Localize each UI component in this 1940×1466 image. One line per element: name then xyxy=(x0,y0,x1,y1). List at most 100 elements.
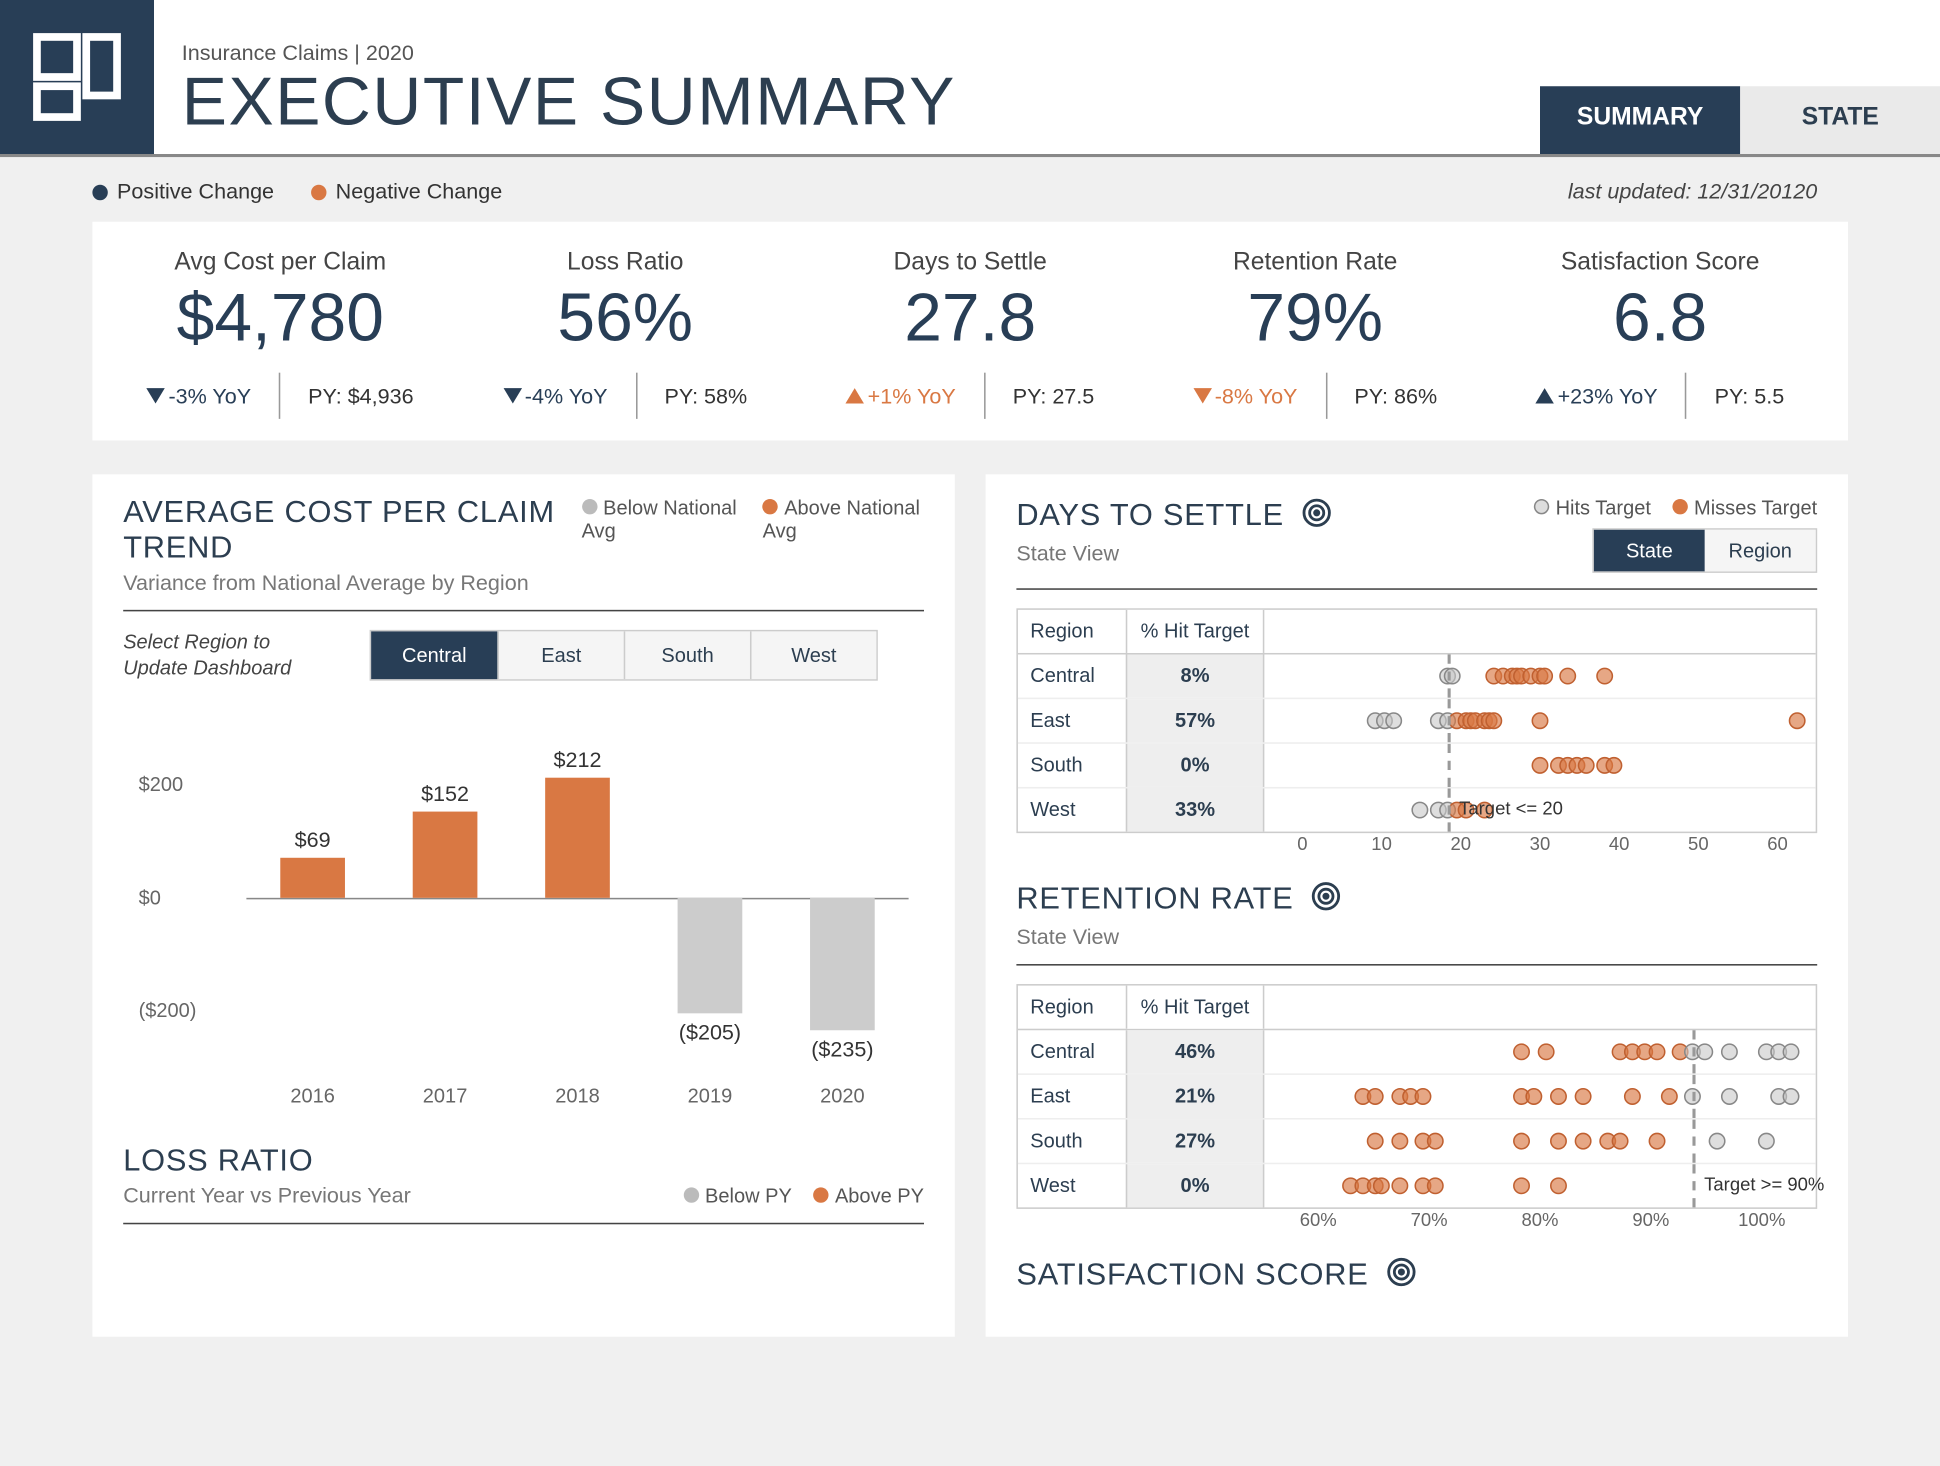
axis-tick: 20 xyxy=(1421,833,1500,855)
row-region: East xyxy=(1018,699,1126,742)
target-icon xyxy=(1309,879,1343,921)
dot-icon xyxy=(1534,499,1549,514)
view-state-button[interactable]: State xyxy=(1594,530,1705,572)
data-point xyxy=(1596,668,1613,685)
data-point xyxy=(1486,712,1503,729)
kpi-value: 6.8 xyxy=(1613,280,1707,357)
bar-label: $212 xyxy=(524,747,632,772)
data-point xyxy=(1412,802,1429,819)
kpi-yoy: -3% YoY xyxy=(147,383,251,408)
row-region: South xyxy=(1018,1120,1126,1163)
row-region: South xyxy=(1018,744,1126,787)
retention-axis: 60%70%80%90%100% xyxy=(1016,1209,1817,1231)
dot-icon xyxy=(683,1187,698,1202)
positive-dot-icon xyxy=(92,185,107,200)
axis-tick: 50 xyxy=(1659,833,1738,855)
data-point xyxy=(1758,1133,1775,1150)
target-icon xyxy=(1299,496,1333,538)
data-point xyxy=(1532,712,1549,729)
tab-summary[interactable]: SUMMARY xyxy=(1540,86,1740,154)
y-tick: $200 xyxy=(139,773,184,796)
legend-misses-target: Misses Target xyxy=(1694,496,1817,519)
kpi-yoy: -8% YoY xyxy=(1193,383,1297,408)
col-header: Region xyxy=(1018,986,1126,1029)
region-button-south[interactable]: South xyxy=(624,632,750,680)
data-point xyxy=(1605,757,1622,774)
kpi-row: Avg Cost per Claim $4,780 -3% YoY PY: $4… xyxy=(92,222,1848,441)
data-point xyxy=(1366,1133,1383,1150)
cost-trend-title: AVERAGE COST PER CLAIM TREND xyxy=(123,496,581,567)
kpi-yoy: +1% YoY xyxy=(846,383,956,408)
data-point xyxy=(1391,1133,1408,1150)
kpi-yoy: -4% YoY xyxy=(503,383,607,408)
x-tick: 2019 xyxy=(688,1084,733,1107)
bar xyxy=(280,859,345,898)
bar xyxy=(810,897,875,1030)
axis-tick: 60% xyxy=(1263,1209,1374,1231)
row-region: West xyxy=(1018,1164,1126,1207)
axis-tick: 100% xyxy=(1706,1209,1817,1231)
y-tick: $0 xyxy=(139,886,161,909)
data-point xyxy=(1366,1088,1383,1105)
region-hint: Select Region to Update Dashboard xyxy=(123,630,339,682)
legend-positive: Positive Change xyxy=(117,179,274,204)
table-row: East21% xyxy=(1018,1073,1816,1118)
data-point xyxy=(1525,1088,1542,1105)
data-point xyxy=(1648,1043,1665,1060)
cost-trend-chart: $200$0($200)$692016$1522017$2122018($205… xyxy=(123,728,924,1113)
data-point xyxy=(1623,1088,1640,1105)
data-point xyxy=(1550,1177,1567,1194)
data-point xyxy=(1513,1043,1530,1060)
data-point xyxy=(1538,1043,1555,1060)
satisfaction-title: SATISFACTION SCORE xyxy=(1016,1258,1368,1293)
panel-right: DAYS TO SETTLE State View Hits Target Mi… xyxy=(986,474,1848,1336)
target-label: Target <= 20 xyxy=(1459,798,1563,820)
bar-label: ($205) xyxy=(656,1019,764,1044)
kpi-py: PY: 5.5 xyxy=(1715,383,1785,408)
y-tick: ($200) xyxy=(139,999,197,1022)
axis-tick: 60 xyxy=(1738,833,1817,855)
target-line xyxy=(1448,788,1451,831)
last-updated: last updated: 12/31/20120 xyxy=(1568,179,1848,204)
legend-above-py: Above PY xyxy=(835,1184,924,1207)
data-point xyxy=(1536,668,1553,685)
kpi-label: Satisfaction Score xyxy=(1561,249,1760,277)
col-header: % Hit Target xyxy=(1126,986,1265,1029)
view-region-button[interactable]: Region xyxy=(1705,530,1816,572)
region-button-east[interactable]: East xyxy=(497,632,623,680)
row-pct: 57% xyxy=(1126,699,1265,742)
bar xyxy=(678,897,743,1013)
days-settle-subtitle: State View xyxy=(1016,541,1333,566)
kpi-card: Avg Cost per Claim $4,780 -3% YoY PY: $4… xyxy=(108,249,453,418)
kpi-value: 56% xyxy=(557,280,693,357)
tabs: SUMMARY STATE xyxy=(1540,0,1940,154)
table-row: South27% xyxy=(1018,1118,1816,1163)
region-button-central[interactable]: Central xyxy=(371,632,497,680)
row-pct: 33% xyxy=(1126,788,1265,831)
data-point xyxy=(1721,1088,1738,1105)
retention-subtitle: State View xyxy=(1016,924,1817,949)
region-button-west[interactable]: West xyxy=(750,632,876,680)
dot-icon xyxy=(813,1187,828,1202)
tab-state[interactable]: STATE xyxy=(1740,86,1940,154)
kpi-card: Days to Settle 27.8 +1% YoY PY: 27.5 xyxy=(798,249,1143,418)
col-header: % Hit Target xyxy=(1126,610,1265,653)
data-point xyxy=(1391,1177,1408,1194)
table-row: Central46% xyxy=(1018,1030,1816,1073)
header: Insurance Claims | 2020 EXECUTIVE SUMMAR… xyxy=(0,0,1940,157)
data-point xyxy=(1783,1088,1800,1105)
axis-tick: 90% xyxy=(1595,1209,1706,1231)
axis-tick: 80% xyxy=(1485,1209,1596,1231)
kpi-label: Loss Ratio xyxy=(567,249,683,277)
bar-label: $69 xyxy=(259,828,367,853)
target-line xyxy=(1448,655,1451,698)
data-point xyxy=(1783,1043,1800,1060)
data-point xyxy=(1559,668,1576,685)
panel-cost-trend: AVERAGE COST PER CLAIM TREND Variance fr… xyxy=(92,474,954,1336)
target-icon xyxy=(1384,1255,1418,1297)
target-label: Target >= 90% xyxy=(1704,1173,1824,1195)
loss-ratio-subtitle: Current Year vs Previous Year xyxy=(123,1182,411,1207)
kpi-py: PY: 58% xyxy=(665,383,748,408)
data-point xyxy=(1532,757,1549,774)
legend-below-avg: Below National Avg xyxy=(582,496,737,542)
